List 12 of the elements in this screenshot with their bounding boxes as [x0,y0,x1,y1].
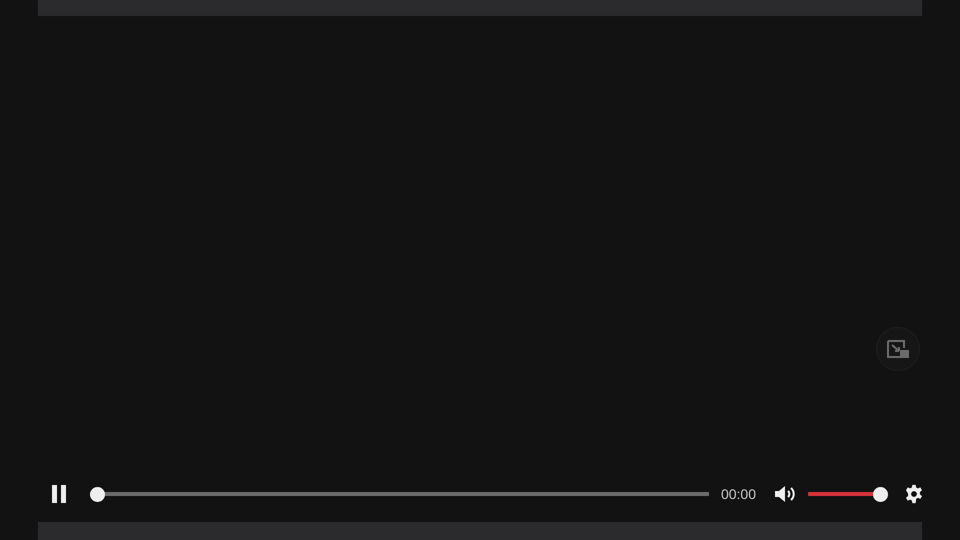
picture-in-picture-icon [885,338,911,360]
volume-button[interactable] [774,485,796,503]
progress-thumb[interactable] [90,486,105,502]
settings-button[interactable] [904,484,924,504]
volume-thumb[interactable] [873,486,888,502]
picture-in-picture-button[interactable] [876,327,920,371]
pause-icon [50,484,68,504]
pause-button[interactable] [50,484,68,504]
settings-icon [904,484,924,504]
speaker-icon [774,485,796,503]
time-label: 00:00 [720,486,756,502]
volume-fill [808,492,873,496]
